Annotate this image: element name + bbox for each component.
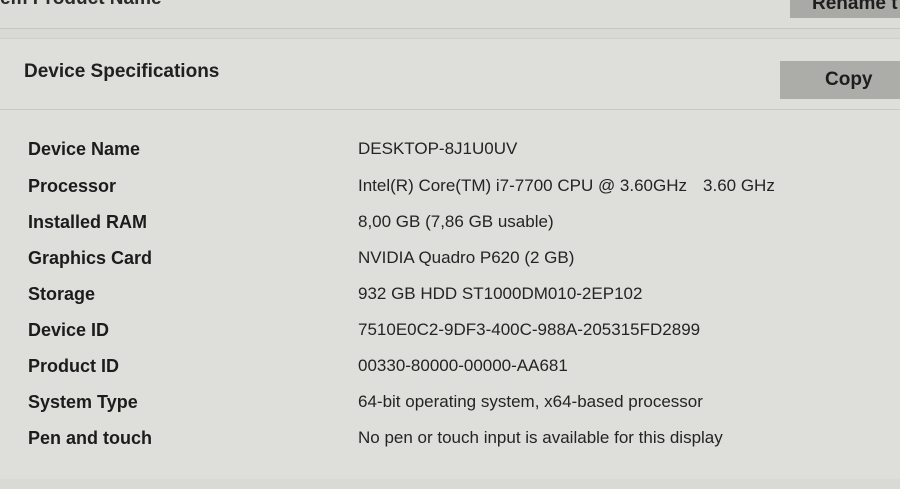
top-strip: em Product Name Rename t bbox=[0, 0, 900, 29]
spec-row-device-name: Device Name DESKTOP-8J1U0UV bbox=[28, 139, 900, 175]
spec-value: 8,00 GB (7,86 GB usable) bbox=[358, 212, 554, 231]
spec-row-installed-ram: Installed RAM 8,00 GB (7,86 GB usable) bbox=[28, 212, 900, 248]
spec-label: Product ID bbox=[28, 356, 120, 376]
spec-label: Installed RAM bbox=[28, 212, 148, 232]
spec-value: 64-bit operating system, x64-based proce… bbox=[358, 392, 703, 411]
section-title: Device Specifications bbox=[24, 61, 220, 82]
spec-label: Device ID bbox=[28, 320, 110, 340]
spec-row-system-type: System Type 64-bit operating system, x64… bbox=[28, 392, 900, 428]
spec-label: System Type bbox=[28, 392, 138, 412]
spec-value: DESKTOP-8J1U0UV bbox=[358, 139, 518, 158]
spec-row-graphics-card: Graphics Card NVIDIA Quadro P620 (2 GB) bbox=[28, 248, 900, 284]
spec-row-storage: Storage 932 GB HDD ST1000DM010-2EP102 bbox=[28, 284, 900, 320]
spec-value: Intel(R) Core(TM) i7-7700 CPU @ 3.60GHz bbox=[358, 176, 688, 195]
spec-value-group: Intel(R) Core(TM) i7-7700 CPU @ 3.60GHz 3… bbox=[358, 176, 775, 196]
product-name-label: em Product Name bbox=[0, 0, 162, 10]
spec-value: NVIDIA Quadro P620 (2 GB) bbox=[358, 248, 575, 267]
spec-value-extra: 3.60 GHz bbox=[703, 176, 775, 195]
spec-label: Pen and touch bbox=[28, 428, 153, 448]
spec-label: Graphics Card bbox=[28, 248, 153, 268]
rename-button[interactable]: Rename t bbox=[790, 0, 900, 18]
spec-value: 932 GB HDD ST1000DM010-2EP102 bbox=[358, 284, 643, 303]
spec-label: Storage bbox=[28, 284, 96, 304]
spec-row-device-id: Device ID 7510E0C2-9DF3-400C-988A-205315… bbox=[28, 320, 900, 356]
copy-button[interactable]: Copy bbox=[780, 61, 900, 99]
spec-value: No pen or touch input is available for t… bbox=[358, 428, 723, 447]
spec-row-pen-and-touch: Pen and touch No pen or touch input is a… bbox=[28, 428, 900, 464]
spec-list: Device Name DESKTOP-8J1U0UV Processor In… bbox=[28, 139, 900, 469]
device-specifications-panel: Device Specifications Copy Device Name D… bbox=[0, 38, 900, 479]
spec-label: Device Name bbox=[28, 139, 141, 159]
spec-value: 00330-80000-00000-AA681 bbox=[358, 356, 568, 375]
spec-row-product-id: Product ID 00330-80000-00000-AA681 bbox=[28, 356, 900, 392]
spec-value: 7510E0C2-9DF3-400C-988A-205315FD2899 bbox=[358, 320, 701, 339]
spec-label: Processor bbox=[28, 176, 117, 196]
section-header: Device Specifications Copy bbox=[0, 39, 900, 110]
spec-row-processor: Processor Intel(R) Core(TM) i7-7700 CPU … bbox=[28, 176, 900, 212]
